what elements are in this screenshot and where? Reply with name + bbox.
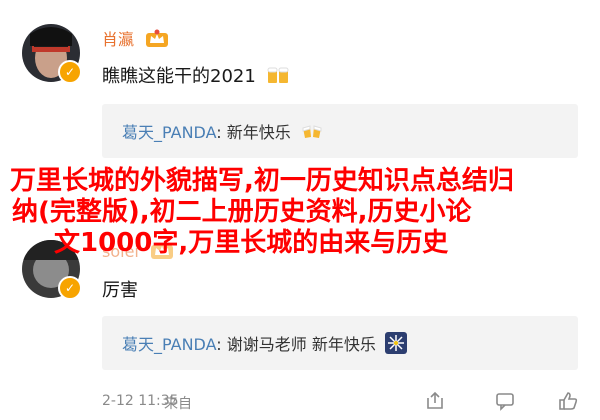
comment-text: 厉害 — [102, 276, 138, 302]
reply-username[interactable]: 葛天_PANDA — [122, 123, 216, 142]
headline-line: 纳(完整版),初二上册历史资料,历史小论 — [12, 197, 472, 227]
headline-line: 文1000字,万里长城的由来与历史 — [54, 228, 449, 258]
verified-badge-icon: ✓ — [58, 60, 82, 84]
reply-username[interactable]: 葛天_PANDA — [122, 335, 216, 354]
username-label[interactable]: 肖瀛 — [102, 30, 134, 49]
crown-badge-icon — [145, 28, 169, 52]
reply-box[interactable]: 葛天_PANDA: 谢谢马老师 新年快乐 — [102, 316, 578, 370]
avatar[interactable]: ✓ — [22, 24, 82, 84]
beer-mugs-icon — [266, 64, 290, 91]
share-icon[interactable] — [424, 390, 446, 416]
source-label: 来自 — [164, 396, 192, 412]
reply-separator: : — [216, 123, 222, 142]
like-icon[interactable] — [557, 390, 579, 416]
headline-line: 万里长城的外貌描写,初一历史知识点总结归 — [10, 166, 514, 196]
comment-icon[interactable] — [494, 390, 516, 416]
reply-text: 谢谢马老师 新年快乐 — [226, 335, 376, 354]
fireworks-icon — [384, 332, 407, 358]
cheers-icon — [300, 122, 324, 146]
comment-label: 厉害 — [102, 280, 138, 301]
reply-text: 新年快乐 — [226, 123, 291, 142]
reply-content: 葛天_PANDA: 新年快乐 — [122, 119, 324, 146]
comment-text: 瞧瞧这能干的2021 — [102, 62, 290, 91]
comment-label: 瞧瞧这能干的2021 — [102, 66, 256, 87]
username[interactable]: 肖瀛 — [102, 26, 169, 52]
reply-content: 葛天_PANDA: 谢谢马老师 新年快乐 — [122, 331, 407, 358]
reply-separator: : — [216, 335, 222, 354]
verified-badge-icon: ✓ — [58, 276, 82, 300]
comment-meta: 2-12 11:35 来自 — [102, 390, 582, 414]
reply-box[interactable]: 葛天_PANDA: 新年快乐 — [102, 104, 578, 158]
